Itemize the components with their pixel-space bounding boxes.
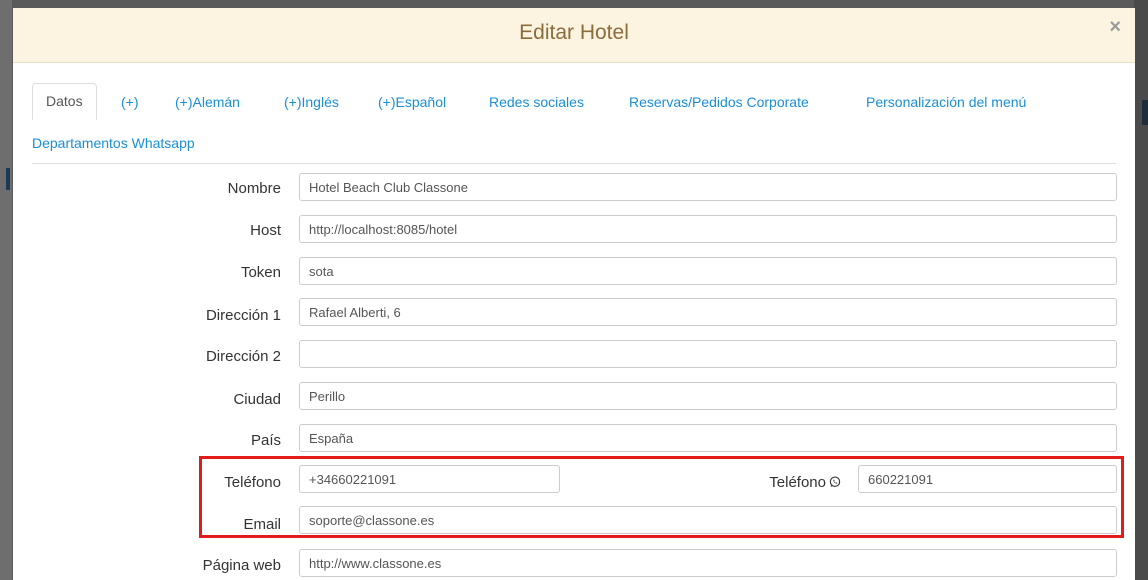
pais-label: País bbox=[250, 432, 281, 449]
contact-highlight-box bbox=[199, 456, 1124, 538]
pagina-web-input[interactable] bbox=[299, 549, 1117, 577]
edit-hotel-modal: Editar Hotel × Datos (+) (+)Alemán (+)In… bbox=[13, 8, 1135, 580]
pais-input[interactable] bbox=[299, 424, 1117, 452]
host-label: Host bbox=[250, 222, 281, 239]
background-app-right-edge bbox=[1134, 0, 1148, 580]
token-input[interactable] bbox=[299, 257, 1117, 285]
ciudad-input[interactable] bbox=[299, 382, 1117, 410]
ciudad-label: Ciudad bbox=[233, 391, 281, 408]
background-marker bbox=[6, 168, 10, 190]
background-marker bbox=[1142, 100, 1148, 125]
direccion-2-input[interactable] bbox=[299, 340, 1117, 368]
direccion-1-input[interactable] bbox=[299, 298, 1117, 326]
direccion-1-label: Dirección 1 bbox=[205, 307, 281, 324]
token-label: Token bbox=[240, 264, 281, 281]
background-app-left-edge bbox=[0, 0, 12, 580]
host-input[interactable] bbox=[299, 215, 1117, 243]
direccion-2-label: Dirección 2 bbox=[205, 348, 281, 365]
nombre-label: Nombre bbox=[227, 180, 281, 197]
nombre-input[interactable] bbox=[299, 173, 1117, 201]
pagina-web-label: Página web bbox=[202, 557, 281, 574]
